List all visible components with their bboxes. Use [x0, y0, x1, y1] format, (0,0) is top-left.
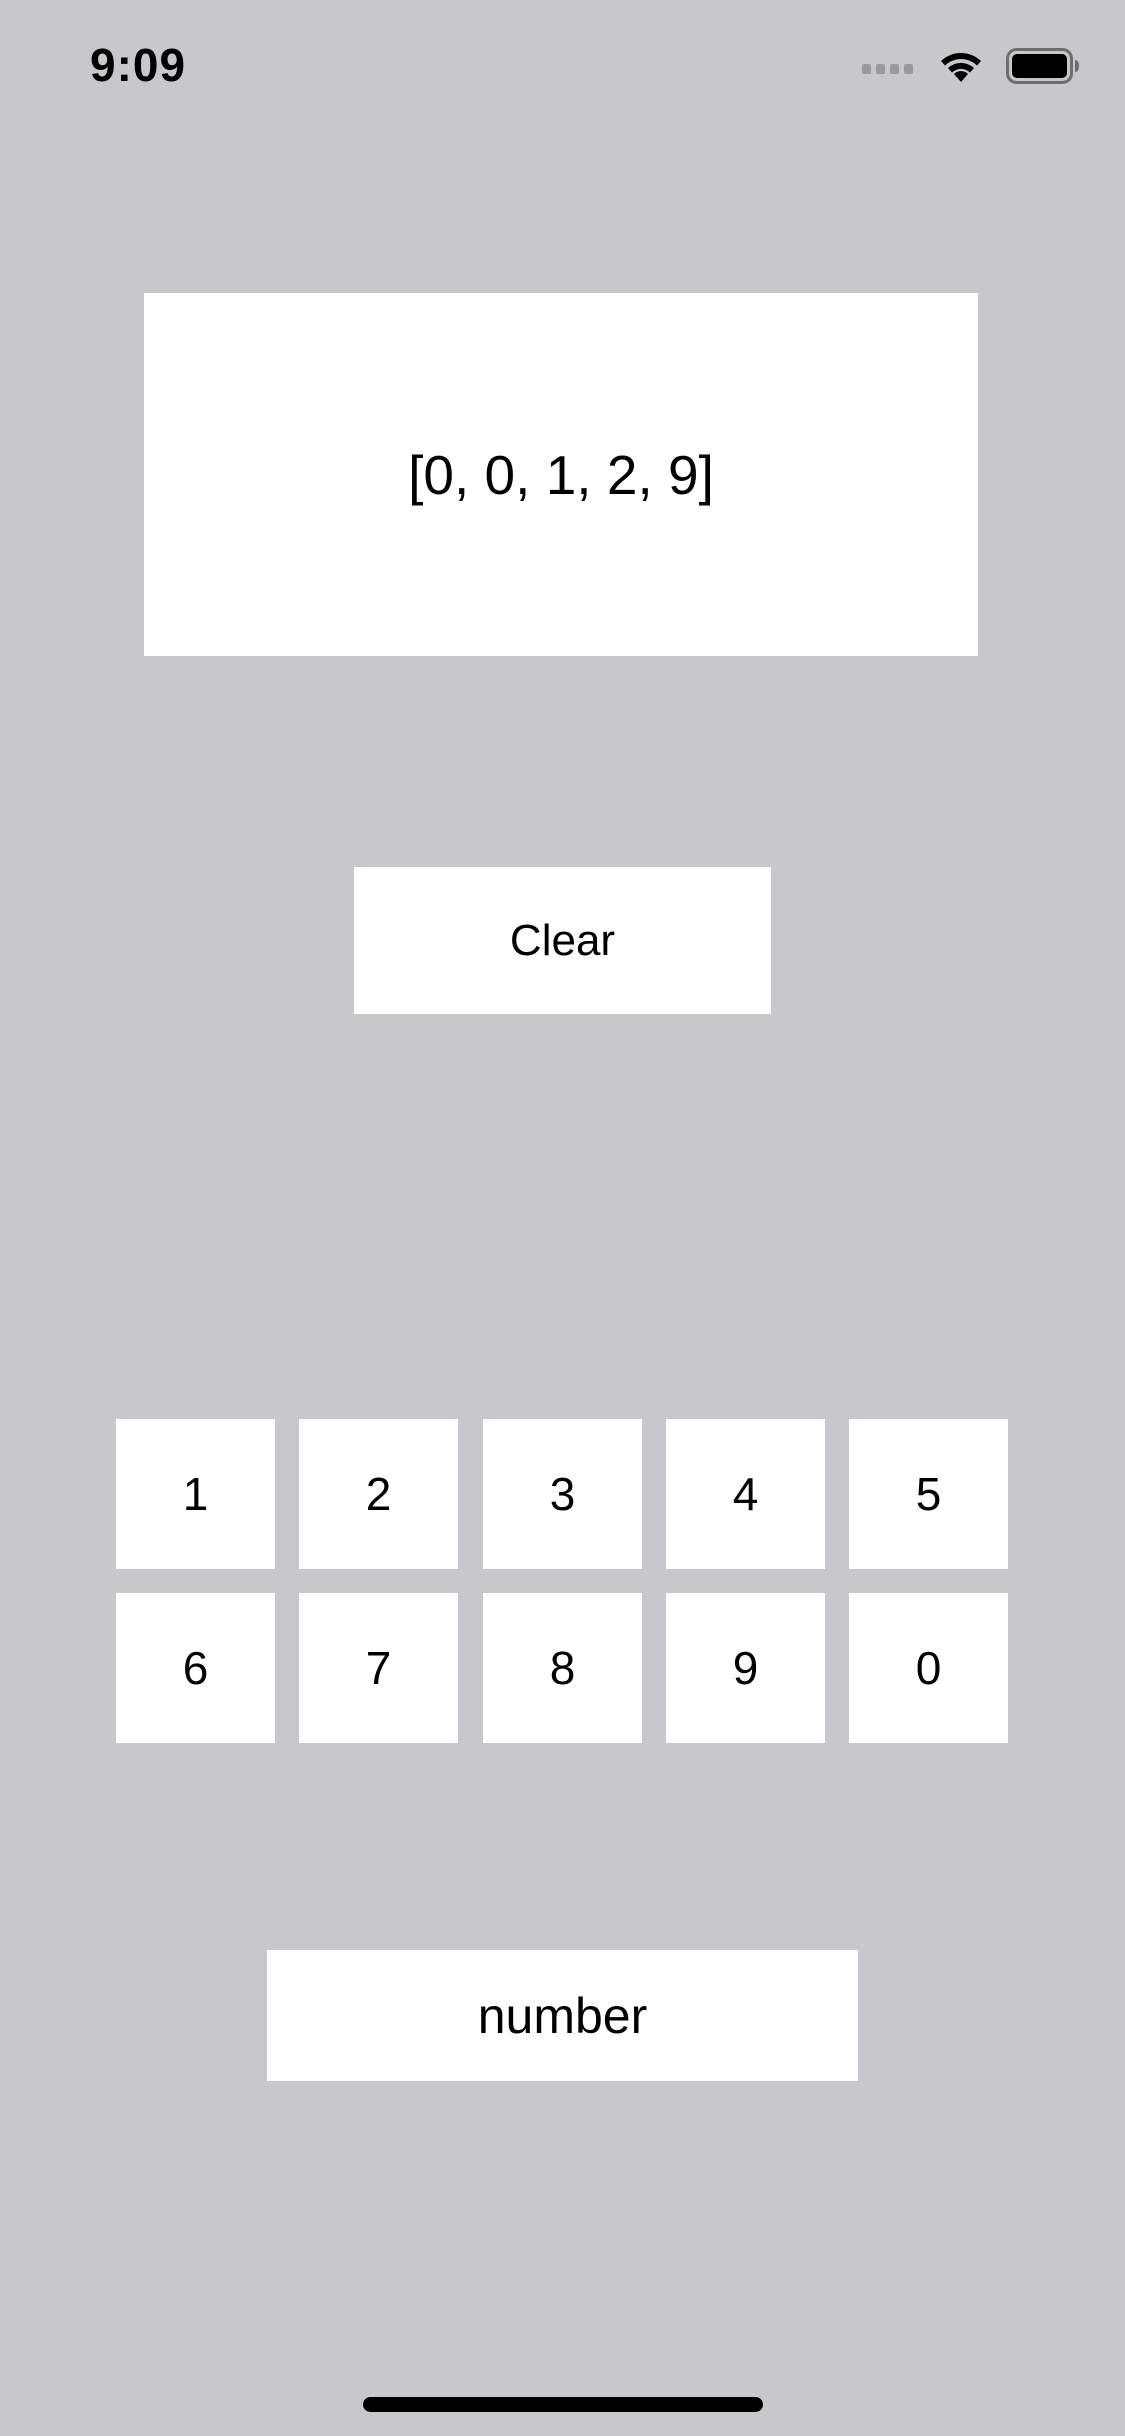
cellular-signal-icon	[862, 58, 916, 79]
status-icons	[862, 48, 1080, 89]
battery-icon	[1006, 48, 1080, 89]
number-button-label: number	[477, 1987, 648, 2044]
key-label: 5	[915, 1468, 942, 1520]
result-display-value: [0, 0, 1, 2, 9]	[408, 443, 714, 506]
key-5[interactable]: 5	[849, 1419, 1008, 1569]
key-8[interactable]: 8	[483, 1593, 642, 1743]
status-time: 9:09	[90, 39, 187, 91]
key-label: 8	[549, 1642, 576, 1694]
result-display: [0, 0, 1, 2, 9]	[144, 293, 978, 656]
key-0[interactable]: 0	[849, 1593, 1008, 1743]
number-button[interactable]: number	[267, 1950, 858, 2081]
key-label: 9	[732, 1642, 759, 1694]
key-label: 1	[182, 1468, 209, 1520]
key-1[interactable]: 1	[116, 1419, 275, 1569]
wifi-icon	[938, 49, 984, 88]
key-3[interactable]: 3	[483, 1419, 642, 1569]
key-label: 3	[549, 1468, 576, 1520]
key-6[interactable]: 6	[116, 1593, 275, 1743]
status-bar: 9:09	[0, 0, 1125, 132]
key-2[interactable]: 2	[299, 1419, 458, 1569]
key-4[interactable]: 4	[666, 1419, 825, 1569]
clear-button[interactable]: Clear	[354, 867, 771, 1014]
key-label: 6	[182, 1642, 209, 1694]
key-9[interactable]: 9	[666, 1593, 825, 1743]
home-indicator[interactable]	[363, 2397, 763, 2412]
key-label: 4	[732, 1468, 759, 1520]
key-label: 2	[365, 1468, 392, 1520]
clear-button-label: Clear	[509, 915, 616, 965]
key-7[interactable]: 7	[299, 1593, 458, 1743]
key-label: 0	[915, 1642, 942, 1694]
key-label: 7	[365, 1642, 392, 1694]
